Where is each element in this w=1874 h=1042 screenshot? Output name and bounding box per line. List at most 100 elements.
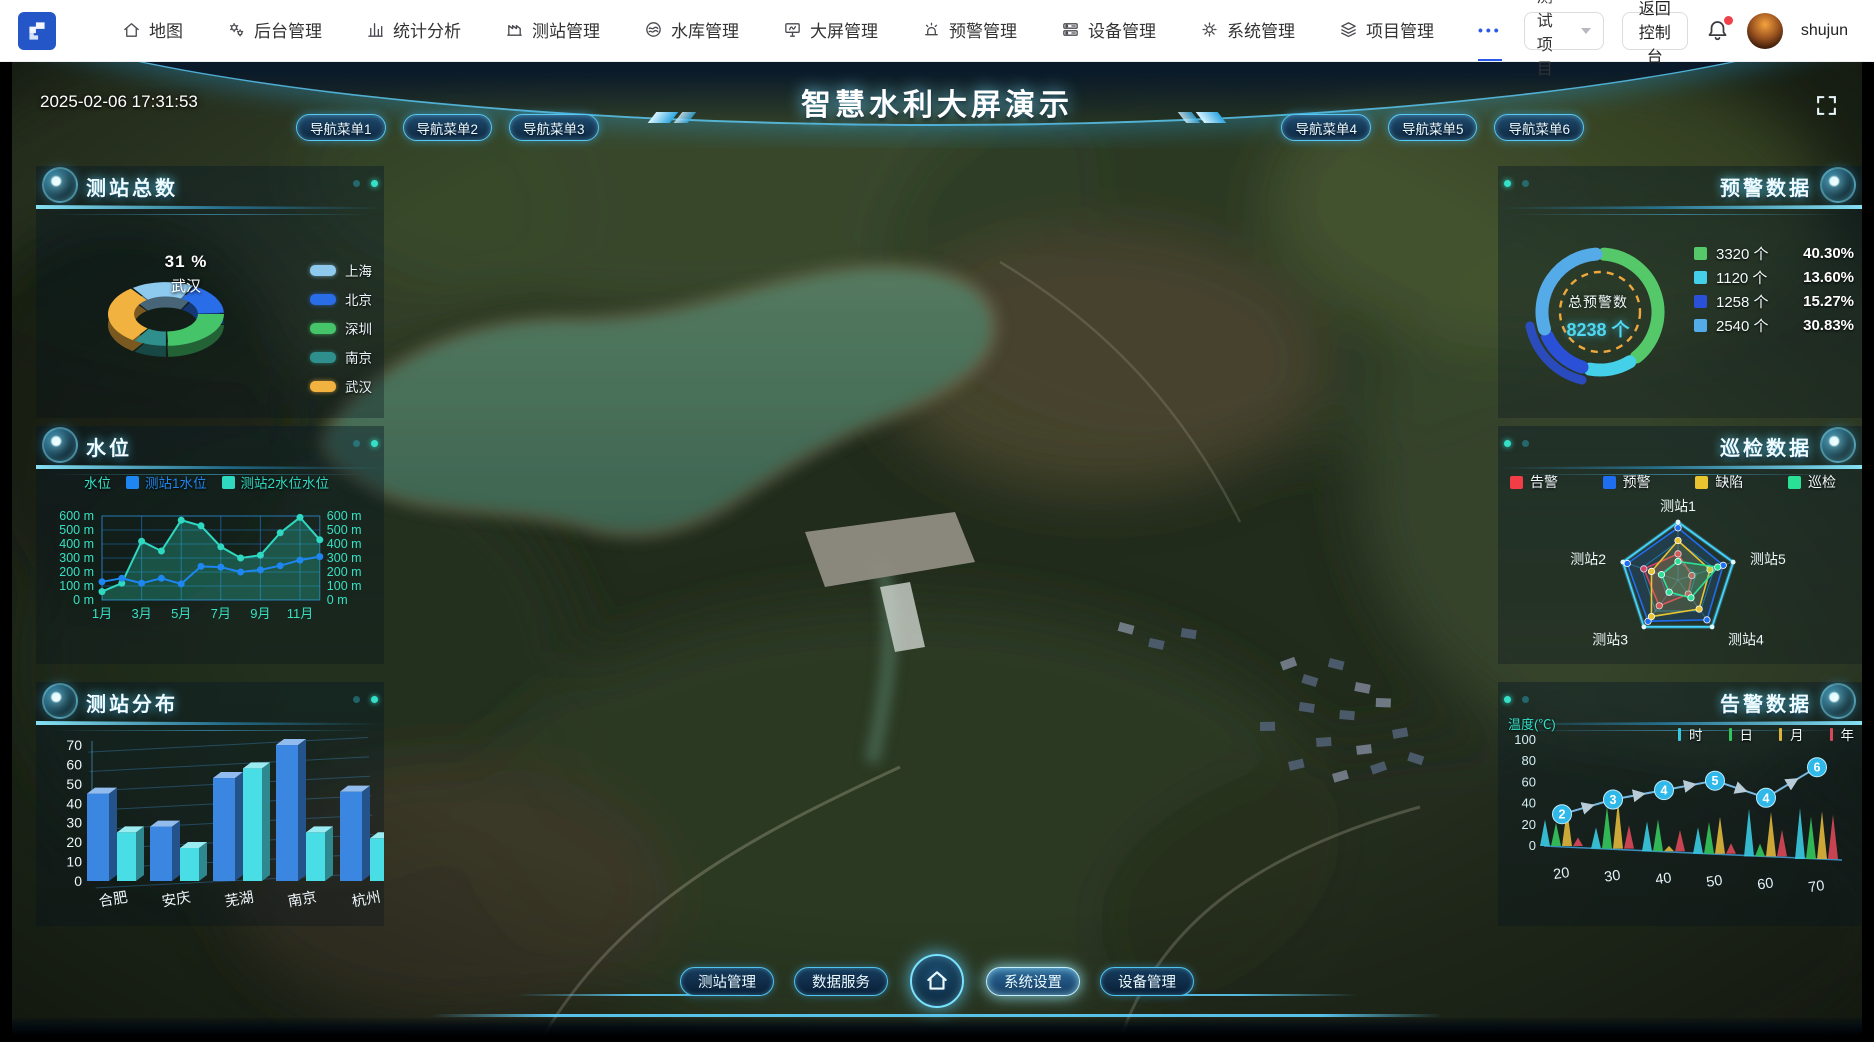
panel-dots [353,440,378,447]
legend-label: 武汉 [345,380,372,395]
legend-count: 1258 个 [1716,294,1769,311]
svg-text:40: 40 [1654,870,1672,888]
nav-menu-button-6[interactable]: 导航菜单6 [1494,114,1584,141]
svg-text:6: 6 [1814,761,1821,775]
svg-text:0: 0 [1529,838,1536,853]
legend-swatch [1695,475,1709,489]
panel-dots [1504,440,1529,447]
svg-text:20: 20 [66,834,82,850]
right-edge-mask [1862,62,1874,1042]
svg-text:0 m: 0 m [327,593,348,607]
legend-item-武汉[interactable]: 武汉 [310,376,372,396]
legend-item-深圳[interactable]: 深圳 [310,318,372,338]
alarm-spikes-chart: 100 80 60 40 20 0 20 30 40 50 60 70 2 3 4 5 4 6 [1498,726,1862,926]
svg-text:30: 30 [66,815,82,831]
svg-text:20: 20 [1522,817,1536,832]
svg-text:400 m: 400 m [327,537,362,551]
notification-bell[interactable] [1706,16,1733,42]
legend-item-北京[interactable]: 北京 [310,289,372,309]
navbar-item-warnings[interactable]: 预警管理 [922,0,1017,61]
panel-orb-icon [1820,167,1856,203]
legend-swatch [1694,247,1707,260]
layers-icon [1339,20,1358,39]
nav-menu-button-2[interactable]: 导航菜单2 [402,114,493,141]
legend-item-南京[interactable]: 南京 [310,347,372,367]
back-to-console-button[interactable]: 返回控制台 [1621,1,1688,66]
svg-text:安庆: 安庆 [160,889,192,911]
navbar-item-devices[interactable]: 设备管理 [1061,0,1156,61]
svg-text:60: 60 [66,756,82,772]
bottom-button-system-settings[interactable]: 系统设置 [986,966,1080,996]
legend-item-2[interactable]: 测站2水位水位 [221,472,329,492]
navbar-item-more[interactable]: ••• [1478,0,1502,61]
username[interactable]: shujun [1801,22,1848,40]
panel-station-total: 测站总数 31 % 武汉 上海 北京 深圳 南京 武汉 [36,166,384,418]
panel-dots [353,180,378,187]
avatar[interactable] [1746,12,1783,49]
svg-text:60: 60 [1756,875,1774,893]
nav-menu-button-5[interactable]: 导航菜单5 [1387,114,1478,141]
fullscreen-button[interactable] [1815,94,1838,117]
navbar-item-label: 项目管理 [1366,22,1434,41]
navbar-item-projects[interactable]: 项目管理 [1339,0,1434,61]
navbar-item-reservoir[interactable]: 水库管理 [644,0,739,61]
svg-text:南京: 南京 [286,889,318,911]
legend-swatch [1694,271,1707,284]
navbar-item-stats[interactable]: 统计分析 [366,0,461,61]
nav-menu-button-1[interactable]: 导航菜单1 [296,114,386,141]
legend-item-1[interactable]: 测站1水位 [126,472,207,492]
legend-label: 深圳 [345,322,372,337]
legend-percent: 40.30% [1803,245,1854,262]
project-select[interactable]: 测试项目 [1523,0,1604,78]
gear-icon [1200,20,1219,39]
warning-legend-item-0[interactable]: 3320 个 40.30% [1694,244,1854,263]
station-icon [505,20,524,39]
legend-swatch [1510,475,1523,489]
home-button[interactable] [910,954,964,1008]
navbar-item-label: 水库管理 [671,22,739,41]
legend-label: 南京 [345,351,372,366]
panel-orb-icon [42,167,78,203]
legend-count: 1120 个 [1716,270,1768,287]
navbar-item-system[interactable]: 系统管理 [1200,0,1295,61]
panel-station-distribution: 测站分布 0 10 20 30 40 50 60 70 合肥 安庆 芜湖 南京 杭州 [36,682,397,926]
panel-dots [1504,180,1529,187]
legend-swatch [1694,319,1707,332]
svg-text:60: 60 [1522,774,1536,789]
svg-text:测站4: 测站4 [1728,632,1764,648]
home-icon [927,971,947,990]
water-level-chart: 600 m 600 m 500 m 500 m 400 m 400 m 300 m 300 m… [36,492,384,664]
bottom-button-station-mgmt[interactable]: 测站管理 [680,966,774,996]
bottom-button-data-service[interactable]: 数据服务 [794,966,888,996]
nav-menu-button-3[interactable]: 导航菜单3 [509,114,599,141]
warning-legend-item-2[interactable]: 1258 个 15.27% [1694,292,1854,311]
svg-text:测站2: 测站2 [1570,551,1606,567]
svg-text:600 m: 600 m [327,509,362,523]
nav-menu-button-4[interactable]: 导航菜单4 [1281,114,1371,141]
legend-count: 2540 个 [1716,318,1769,335]
warning-legend: 3320 个 40.30% 1120 个 13.60% 1258 个 15.27% 2540… [1694,244,1854,340]
inspection-radar-chart: 测站1 测站5 测站4 测站3 测站2 [1498,488,1862,664]
bottom-button-device-mgmt[interactable]: 设备管理 [1100,966,1194,996]
navbar-menu: 地图 后台管理 统计分析 测站管理 水库管理 大屏管理 预警管理 设备管理 系统管理 项目管理 ••… [100,0,1524,61]
navbar-item-stations[interactable]: 测站管理 [505,0,600,61]
timestamp: 2025-02-06 17:31:53 [40,92,198,111]
pie-highlight-label: 31 % 武汉 [164,252,208,295]
app-logo[interactable] [18,11,56,50]
legend-item-0[interactable]: 水位 [84,472,111,492]
svg-text:4: 4 [1763,791,1770,805]
warning-legend-item-1[interactable]: 1120 个 13.60% [1694,268,1854,287]
water-level-legend: 水位 测站1水位 测站2水位水位 [84,472,384,492]
warning-legend-item-3[interactable]: 2540 个 30.83% [1694,316,1854,335]
gauge-center-label: 总预警数 8238 个 [1566,294,1630,340]
svg-text:40: 40 [1522,796,1536,811]
station-distribution-chart: 0 10 20 30 40 50 60 70 合肥 安庆 芜湖 南京 杭州 [36,726,397,926]
panel-orb-icon [1820,427,1856,463]
svg-text:600 m: 600 m [59,509,94,523]
svg-text:11月: 11月 [287,606,314,621]
svg-text:100 m: 100 m [327,579,362,593]
legend-item-上海[interactable]: 上海 [310,260,372,280]
navbar-item-map[interactable]: 地图 [122,0,183,61]
navbar-item-admin[interactable]: 后台管理 [227,0,322,61]
navbar-item-screens[interactable]: 大屏管理 [783,0,878,61]
